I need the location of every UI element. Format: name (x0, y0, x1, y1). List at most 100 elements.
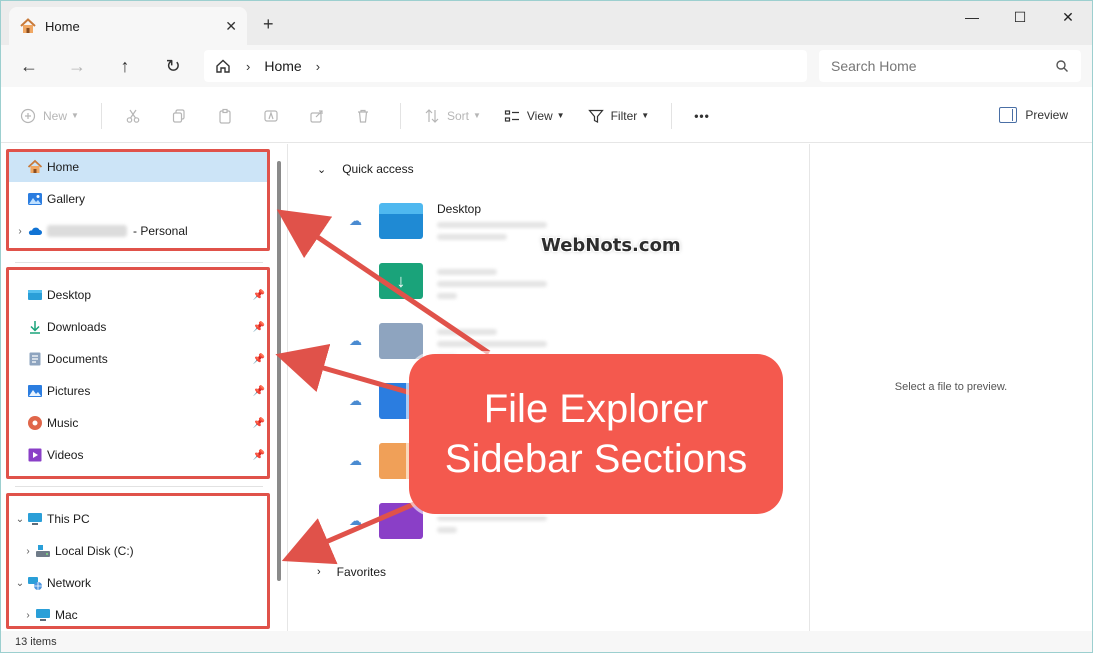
sidebar-item-label: Desktop (47, 288, 92, 302)
sidebar-item-onedrive[interactable]: › - Personal (9, 216, 267, 246)
sidebar-item-downloads[interactable]: Downloads 📌 (9, 312, 267, 342)
chevron-right-icon: › (317, 566, 321, 578)
computer-icon (36, 609, 50, 621)
view-label: View (526, 108, 553, 123)
cloud-icon: ☁ (349, 513, 362, 528)
music-icon (28, 416, 42, 430)
sidebar-item-label: Local Disk (C:) (55, 544, 134, 558)
sidebar-item-videos[interactable]: Videos 📌 (9, 440, 267, 470)
sidebar-item-label: - Personal (133, 224, 188, 238)
sidebar-item-documents[interactable]: Documents 📌 (9, 344, 267, 374)
chevron-down-icon: ▼ (472, 111, 481, 120)
network-icon (28, 577, 42, 590)
share-button[interactable] (308, 107, 332, 125)
sidebar-item-this-pc[interactable]: ⌄ This PC (9, 504, 267, 534)
sidebar-item-label: Videos (47, 448, 84, 462)
tab-title: Home (45, 18, 80, 34)
command-bar: New ▼ Sort ▼ View ▼ Filter ▼ ••• Preview (1, 89, 1092, 143)
sidebar-item-label: Network (47, 576, 92, 590)
copy-icon (170, 107, 188, 125)
chevron-right-icon[interactable]: › (21, 546, 35, 557)
pc-icon (28, 513, 42, 525)
desktop-folder-icon (28, 290, 42, 300)
pictures-icon (28, 385, 42, 397)
sidebar-item-desktop[interactable]: Desktop 📌 (9, 280, 267, 310)
pin-icon[interactable]: 📌 (253, 450, 265, 461)
sidebar-item-music[interactable]: Music 📌 (9, 408, 267, 438)
close-window-button[interactable]: ✕ (1044, 1, 1092, 33)
sort-label: Sort (446, 108, 469, 123)
back-button[interactable]: ← (15, 53, 43, 79)
forward-button[interactable]: → (63, 53, 91, 79)
pin-icon[interactable]: 📌 (253, 322, 265, 333)
view-button[interactable]: View ▼ (503, 107, 565, 125)
cloud-icon: ☁ (349, 333, 362, 348)
up-button[interactable]: ↑ (111, 53, 139, 79)
more-options-button[interactable]: ••• (694, 109, 710, 123)
pin-icon[interactable]: 📌 (253, 386, 265, 397)
cloud-icon: ☁ (349, 393, 362, 408)
chevron-right-icon[interactable]: › (21, 610, 35, 621)
sort-button[interactable]: Sort ▼ (423, 107, 481, 125)
filter-button[interactable]: Filter ▼ (587, 107, 650, 125)
pin-icon[interactable]: 📌 (253, 354, 265, 365)
home-breadcrumb-icon[interactable] (214, 57, 232, 75)
sidebar-item-label: Music (47, 416, 79, 430)
quick-access-label: Quick access (342, 162, 414, 176)
onedrive-cloud-icon (28, 227, 42, 235)
callout-bubble: File Explorer Sidebar Sections (409, 354, 783, 514)
quick-access-header[interactable]: ⌄ Quick access (317, 162, 414, 176)
sidebar-item-mac[interactable]: › Mac (9, 600, 267, 630)
title-bar: Home ✕ + — ☐ ✕ (1, 1, 1092, 45)
sidebar-item-local-disk[interactable]: › Local Disk (C:) (9, 536, 267, 566)
delete-button[interactable] (354, 107, 378, 125)
tab-home[interactable]: Home ✕ (9, 7, 247, 45)
maximize-button[interactable]: ☐ (996, 1, 1044, 33)
view-icon (503, 107, 521, 125)
new-tab-button[interactable]: + (263, 14, 274, 35)
breadcrumb-chevron-icon[interactable]: › (316, 59, 320, 74)
cloud-icon: ☁ (349, 213, 362, 228)
favorites-header[interactable]: › Favorites (317, 565, 386, 579)
sidebar-item-gallery[interactable]: Gallery (9, 184, 267, 214)
pin-icon[interactable]: 📌 (253, 290, 265, 301)
rename-button[interactable] (262, 107, 286, 125)
copy-button[interactable] (170, 107, 194, 125)
chevron-down-icon[interactable]: ⌄ (13, 514, 27, 525)
close-tab-icon[interactable]: ✕ (225, 18, 237, 35)
callout-line-1: File Explorer (483, 387, 709, 431)
sidebar-item-label: Downloads (47, 320, 107, 334)
breadcrumb-home[interactable]: Home (264, 58, 301, 74)
chevron-down-icon[interactable]: ⌄ (13, 578, 27, 589)
share-icon (308, 107, 326, 125)
sidebar-item-network[interactable]: ⌄ Network (9, 568, 267, 598)
minimize-button[interactable]: — (948, 1, 996, 33)
refresh-button[interactable]: ↻ (159, 53, 187, 79)
more-icon: ••• (694, 108, 710, 123)
search-input[interactable]: Search Home (831, 58, 1055, 74)
chevron-down-icon: ▼ (641, 111, 650, 120)
address-bar[interactable]: › Home › (204, 50, 807, 82)
new-button[interactable]: New ▼ (19, 107, 79, 125)
pin-icon[interactable]: 📌 (253, 418, 265, 429)
preview-button[interactable]: Preview (999, 107, 1068, 123)
sidebar-item-pictures[interactable]: Pictures 📌 (9, 376, 267, 406)
desktop-folder-icon (379, 203, 423, 239)
breadcrumb-separator-icon[interactable]: › (246, 59, 250, 74)
scissors-icon (124, 107, 142, 125)
sidebar-item-home[interactable]: Home (9, 152, 267, 182)
navigation-bar: ← → ↑ ↻ › Home › Search Home (1, 45, 1092, 87)
quick-access-item[interactable]: ↓ (349, 254, 579, 308)
chevron-right-icon[interactable]: › (13, 226, 27, 237)
documents-folder-icon (379, 323, 423, 359)
sidebar-scrollbar[interactable] (277, 161, 281, 581)
search-box[interactable]: Search Home (819, 50, 1081, 82)
cut-button[interactable] (124, 107, 148, 125)
filter-icon (587, 107, 605, 125)
navigation-sidebar: Home Gallery › - Personal Desktop 📌 Down… (1, 144, 288, 631)
home-icon (20, 18, 36, 33)
callout-line-2: Sidebar Sections (444, 437, 748, 481)
sidebar-item-label: Documents (47, 352, 108, 366)
paste-button[interactable] (216, 107, 240, 125)
preview-label: Preview (1025, 108, 1068, 122)
